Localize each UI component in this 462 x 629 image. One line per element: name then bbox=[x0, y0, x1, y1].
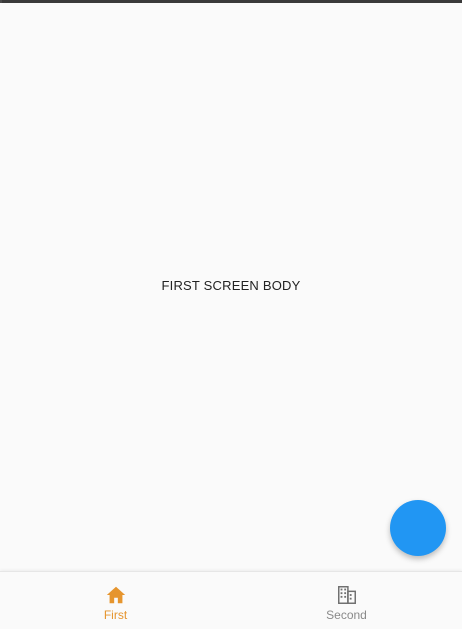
nav-item-second[interactable]: Second bbox=[231, 572, 462, 629]
nav-item-label: Second bbox=[326, 608, 367, 622]
nav-item-first[interactable]: First bbox=[0, 572, 231, 629]
bottom-navigation-bar: First Second bbox=[0, 571, 462, 629]
floating-action-button[interactable] bbox=[390, 500, 446, 556]
screen-body-text: FIRST SCREEN BODY bbox=[161, 278, 301, 293]
building-icon bbox=[337, 586, 356, 604]
home-icon bbox=[106, 586, 125, 604]
nav-item-label: First bbox=[103, 608, 128, 622]
